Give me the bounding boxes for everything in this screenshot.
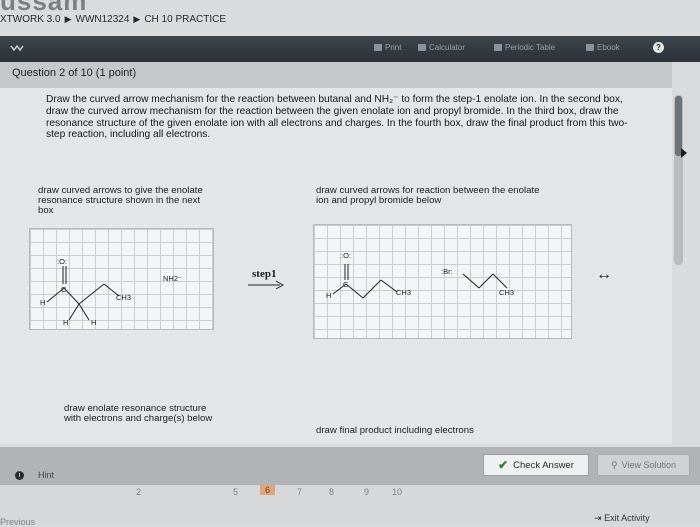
box1-oxygen: :O: — [57, 257, 68, 266]
box1-bonds — [46, 266, 120, 321]
check-answer-button[interactable]: ✔ Check Answer — [483, 454, 589, 476]
box2-ch3-b: CH3 — [499, 288, 515, 297]
step-label: step1 — [252, 268, 277, 280]
breadcrumb-arrow-icon: ▶ — [64, 14, 72, 24]
previous-link[interactable]: Previous — [0, 517, 35, 527]
mouse-cursor-icon — [681, 148, 687, 158]
calculator-button[interactable]: Calculator — [418, 43, 465, 52]
view-solution-button[interactable]: ⚲ View Solution — [597, 454, 690, 476]
exit-icon: ⇥ — [594, 513, 602, 523]
printer-icon — [374, 44, 382, 51]
box1-ch3: CH3 — [116, 293, 132, 302]
view-solution-label: View Solution — [621, 460, 676, 470]
box4-label: draw final product including electrons — [316, 425, 474, 436]
resonance-arrow-icon: ↔ — [596, 266, 612, 283]
box1-h-left: H — [40, 298, 46, 307]
box2-bromine: :Br: — [441, 267, 453, 276]
scrollbar-thumb[interactable] — [675, 96, 682, 156]
page-link[interactable]: 2 — [136, 487, 141, 497]
page-link-current[interactable]: 6 — [260, 485, 276, 495]
breadcrumb: XTWORK 3.0 ▶ WWN12324 ▶ CH 10 PRACTICE — [0, 14, 226, 25]
box2-h-left: H — [326, 291, 332, 300]
print-button[interactable]: Print — [374, 43, 401, 52]
box1-h1: H — [63, 318, 69, 327]
ebook-button[interactable]: Ebook — [586, 43, 620, 52]
book-icon — [586, 44, 594, 51]
check-answer-label: Check Answer — [513, 459, 574, 471]
check-icon: ✔ — [498, 458, 509, 472]
calculator-label: Calculator — [429, 43, 466, 52]
box2-label: draw curved arrows for reaction between … — [316, 185, 540, 206]
box2-oxygen: :O: — [341, 251, 352, 260]
periodic-table-button[interactable]: Periodic Table — [494, 43, 555, 52]
box1-carbon: C — [61, 285, 67, 294]
page-link[interactable]: 10 — [392, 487, 402, 497]
question-number: Question 2 of 10 (1 point) — [12, 67, 137, 79]
exit-activity-label: Exit Activity — [604, 513, 650, 523]
breadcrumb-arrow-icon: ▶ — [133, 14, 141, 24]
reaction-arrow-icon — [248, 280, 285, 290]
box2-carbon: C — [343, 280, 349, 289]
periodic-table-label: Periodic Table — [505, 43, 556, 52]
page-link[interactable]: 9 — [364, 487, 369, 497]
page-link[interactable]: 5 — [233, 487, 238, 497]
breadcrumb-item-course[interactable]: XTWORK 3.0 — [0, 14, 61, 25]
hint-button[interactable]: Hint — [38, 470, 54, 480]
page-link[interactable]: 7 — [297, 487, 302, 497]
help-icon[interactable]: ? — [653, 42, 664, 53]
print-label: Print — [385, 43, 402, 52]
periodic-table-icon — [494, 44, 502, 51]
box2-bonds — [332, 264, 508, 299]
ebook-label: Ebook — [597, 43, 620, 52]
breadcrumb-item-assignment: CH 10 PRACTICE — [144, 14, 227, 25]
box1-h2: H — [91, 318, 97, 327]
question-text: Draw the curved arrow mechanism for the … — [46, 94, 628, 141]
box2-ch3-a: CH3 — [396, 288, 412, 297]
calculator-icon — [418, 44, 426, 51]
page-link[interactable]: 8 — [329, 487, 334, 497]
box1-reagent: NH2⁻ — [163, 274, 182, 283]
exit-activity-link[interactable]: ⇥ Exit Activity — [594, 513, 650, 524]
hint-icon[interactable]: i — [15, 471, 24, 480]
box3-label: draw enolate resonance structure with el… — [64, 403, 213, 424]
location-pin-icon: ⚲ — [611, 459, 618, 470]
answer-footer — [0, 447, 700, 485]
breadcrumb-item-section[interactable]: WWN12324 — [76, 14, 130, 25]
expand-icon[interactable] — [10, 42, 24, 56]
box1-label: draw curved arrows to give the enolate r… — [38, 185, 203, 216]
